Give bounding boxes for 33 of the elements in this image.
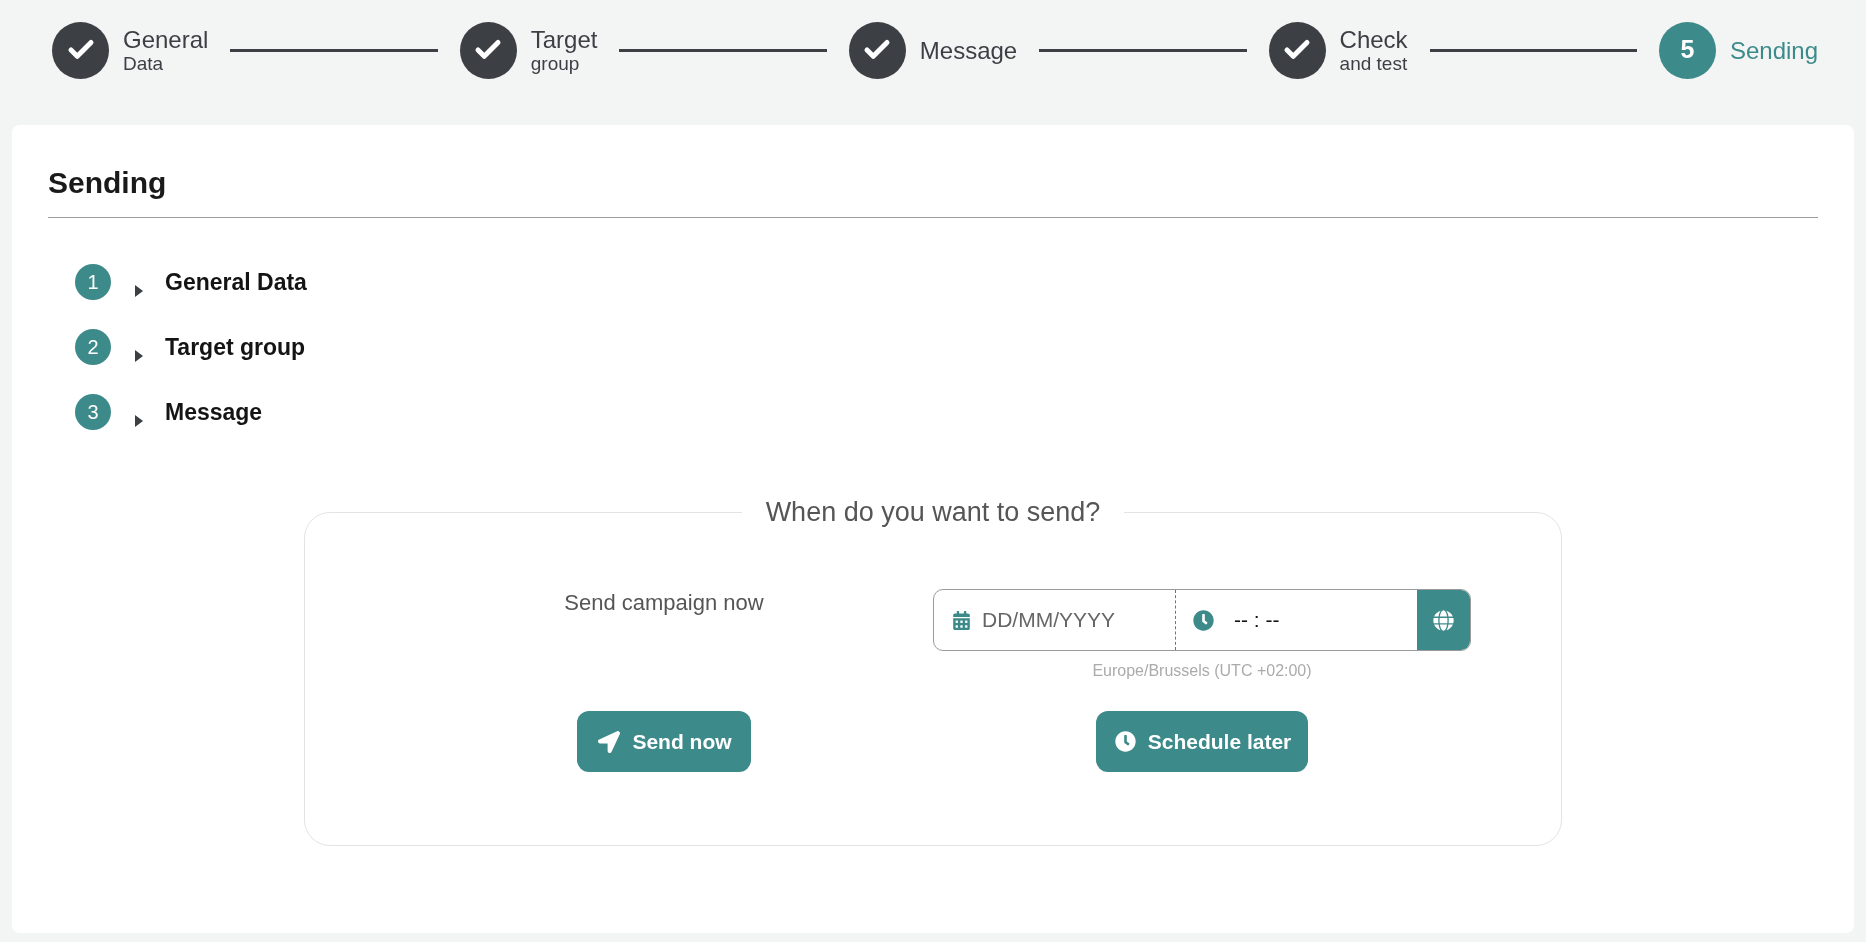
step-number-badge: 1	[75, 264, 111, 300]
schedule-later-button[interactable]: Schedule later	[1095, 711, 1309, 772]
step-number-badge: 3	[75, 394, 111, 430]
date-input[interactable]: DD/MM/YYYY	[982, 604, 1152, 636]
step-number: 5	[1658, 21, 1716, 79]
send-icon	[598, 730, 621, 753]
caret-icon[interactable]	[135, 415, 143, 427]
caret-icon[interactable]	[135, 350, 143, 362]
caret-icon[interactable]	[135, 285, 143, 297]
step-subtitle: and test	[1339, 52, 1408, 75]
summary-label[interactable]: General Data	[165, 264, 307, 300]
step-title: General	[123, 25, 209, 53]
summary-label[interactable]: Message	[165, 394, 263, 430]
step-subtitle: group	[530, 52, 580, 75]
calendar-icon	[953, 610, 970, 630]
step-title: Message	[919, 36, 1018, 64]
step-title: Check	[1339, 25, 1408, 53]
summary-label[interactable]: Target group	[165, 329, 306, 365]
section-title: Sending	[48, 165, 167, 201]
step-number-badge: 2	[75, 329, 111, 365]
globe-icon	[1433, 609, 1454, 631]
schedule-legend: When do you want to send?	[741, 496, 1125, 528]
step-title: Target	[530, 25, 598, 53]
clock-icon	[1193, 609, 1214, 631]
send-now-button[interactable]: Send now	[577, 711, 751, 772]
clock-icon	[1114, 731, 1136, 752]
step-subtitle: Data	[123, 52, 165, 75]
datetime-field[interactable]: DD/MM/YYYY -- : --	[933, 589, 1471, 651]
timezone-button[interactable]	[1417, 590, 1470, 650]
send-now-label: Send campaign now	[564, 589, 764, 617]
timezone-text: Europe/Brussels (UTC +02:00)	[1092, 661, 1312, 681]
time-input[interactable]: -- : --	[1234, 604, 1394, 636]
step-title: Sending	[1729, 36, 1819, 64]
